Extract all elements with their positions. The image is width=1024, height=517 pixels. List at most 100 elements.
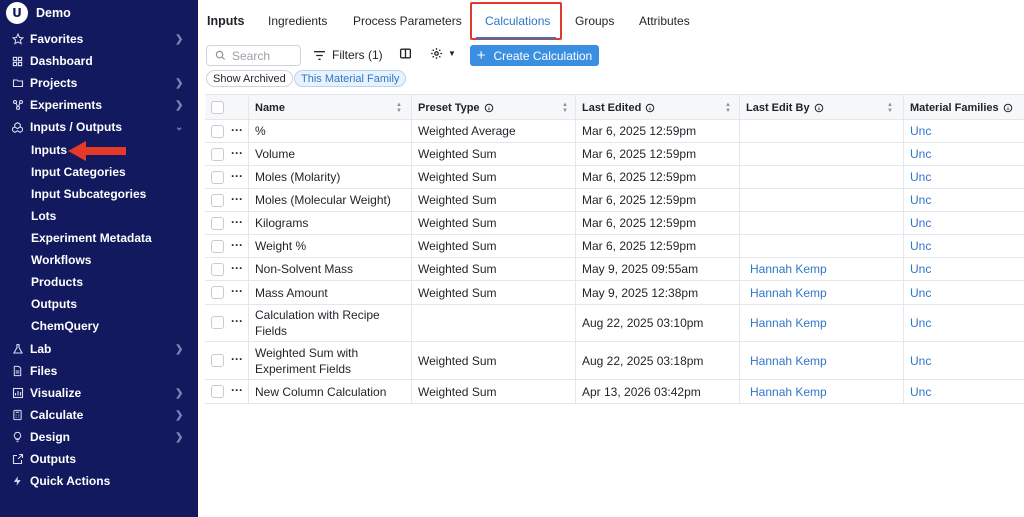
row-actions-icon[interactable]: ··· [231, 284, 243, 298]
table-row[interactable]: ··· Mass Amount Weighted Sum May 9, 2025… [205, 281, 1024, 305]
table-row[interactable]: ··· Weight % Weighted Sum Mar 6, 2025 12… [205, 235, 1024, 258]
sidebar-subitem-products[interactable]: Products [0, 271, 198, 293]
header-last-edited[interactable]: Last Edited [582, 95, 655, 120]
row-checkbox[interactable] [211, 171, 224, 184]
info-icon [484, 103, 494, 113]
row-checkbox[interactable] [211, 194, 224, 207]
gear-icon [430, 47, 443, 60]
tab-process-parameters[interactable]: Process Parameters [353, 14, 462, 28]
chevron-right-icon: ❯ [175, 33, 184, 45]
sidebar-subitem-chemquery[interactable]: ChemQuery [0, 315, 198, 337]
search-input[interactable] [232, 48, 292, 63]
sidebar-subitem-outputs[interactable]: Outputs [0, 293, 198, 315]
caret-down-icon: ▼ [448, 49, 456, 58]
tab-highlight-box [470, 2, 562, 40]
search-icon [215, 50, 226, 61]
sidebar-item-quick-actions[interactable]: Quick Actions [0, 470, 198, 492]
row-actions-icon[interactable]: ··· [231, 238, 243, 252]
sidebar-item-outputs[interactable]: Outputs [0, 448, 198, 470]
column-toggle-icon[interactable] [399, 47, 412, 60]
external-link-icon [11, 453, 24, 466]
filter-icon [313, 50, 326, 61]
sidebar-item-lab[interactable]: Lab ❯ [0, 338, 198, 360]
file-icon [11, 365, 24, 378]
table-row[interactable]: ··· % Weighted Average Mar 6, 2025 12:59… [205, 120, 1024, 143]
row-actions-icon[interactable]: ··· [231, 169, 243, 183]
row-actions-icon[interactable]: ··· [231, 314, 243, 328]
header-material-families[interactable]: Material Families [910, 95, 1013, 120]
show-archived-chip[interactable]: Show Archived [206, 70, 293, 87]
table-row[interactable]: ··· Volume Weighted Sum Mar 6, 2025 12:5… [205, 143, 1024, 166]
sidebar-subitem-experiment-metadata[interactable]: Experiment Metadata [0, 227, 198, 249]
row-actions-icon[interactable]: ··· [231, 192, 243, 206]
tab-groups[interactable]: Groups [575, 14, 614, 28]
row-actions-icon[interactable]: ··· [231, 146, 243, 160]
table-row[interactable]: ··· New Column Calculation Weighted Sum … [205, 380, 1024, 404]
sidebar-item-favorites[interactable]: Favorites ❯ [0, 28, 198, 50]
sort-icon[interactable]: ▲ ▼ [396, 102, 402, 114]
sidebar-item-calculate[interactable]: Calculate ❯ [0, 404, 198, 426]
table-row[interactable]: ··· Weighted Sum with Experiment Fields … [205, 342, 1024, 380]
row-checkbox[interactable] [211, 263, 224, 276]
table-row[interactable]: ··· Moles (Molarity) Weighted Sum Mar 6,… [205, 166, 1024, 189]
chevron-right-icon: ❯ [175, 431, 184, 443]
table-row[interactable]: ··· Calculation with Recipe Fields Aug 2… [205, 305, 1024, 342]
row-checkbox[interactable] [211, 240, 224, 253]
search-box[interactable] [206, 45, 301, 66]
row-actions-icon[interactable]: ··· [231, 261, 243, 275]
header-preset-type[interactable]: Preset Type [418, 95, 494, 120]
sidebar-item-visualize[interactable]: Visualize ❯ [0, 382, 198, 404]
active-tab-underline [476, 37, 556, 39]
tab-inputs[interactable]: Inputs [207, 14, 245, 28]
sidebar-item-projects[interactable]: Projects ❯ [0, 72, 198, 94]
sidebar-subitem-lots[interactable]: Lots [0, 205, 198, 227]
table-row[interactable]: ··· Moles (Molecular Weight) Weighted Su… [205, 189, 1024, 212]
material-family-chip[interactable]: This Material Family [294, 70, 407, 87]
row-actions-icon[interactable]: ··· [231, 123, 243, 137]
sidebar-subitem-workflows[interactable]: Workflows [0, 249, 198, 271]
create-calculation-button[interactable]: + Create Calculation [470, 45, 599, 66]
sidebar-item-files[interactable]: Files [0, 360, 198, 382]
chevron-right-icon: ❯ [175, 387, 184, 399]
row-checkbox[interactable] [211, 385, 224, 398]
row-checkbox[interactable] [211, 148, 224, 161]
row-actions-icon[interactable]: ··· [231, 215, 243, 229]
row-checkbox[interactable] [211, 217, 224, 230]
settings-dropdown[interactable]: ▼ [430, 47, 456, 60]
sidebar-item-dashboard[interactable]: Dashboard [0, 50, 198, 72]
chevron-right-icon: ❯ [175, 343, 184, 355]
sort-icon[interactable]: ▲ ▼ [887, 102, 893, 114]
tab-attributes[interactable]: Attributes [639, 14, 690, 28]
chevron-down-icon: ⌄ [175, 121, 184, 133]
info-icon [1003, 103, 1013, 113]
sidebar-item-design[interactable]: Design ❯ [0, 426, 198, 448]
header-name[interactable]: Name [255, 95, 285, 120]
brand-logo-icon: U [6, 2, 28, 24]
folder-icon [11, 77, 24, 90]
row-checkbox[interactable] [211, 316, 224, 329]
sort-icon[interactable]: ▲ ▼ [562, 102, 568, 114]
dashboard-icon [11, 55, 24, 68]
filters-label: Filters (1) [332, 48, 383, 62]
table-row[interactable]: ··· Non-Solvent Mass Weighted Sum May 9,… [205, 258, 1024, 281]
sidebar-subitem-input-categories[interactable]: Input Categories [0, 161, 198, 183]
bulb-icon [11, 431, 24, 444]
sidebar-item-experiments[interactable]: Experiments ❯ [0, 94, 198, 116]
sort-icon[interactable]: ▲ ▼ [725, 102, 731, 114]
row-checkbox[interactable] [211, 125, 224, 138]
row-actions-icon[interactable]: ··· [231, 383, 243, 397]
row-checkbox[interactable] [211, 354, 224, 367]
tab-ingredients[interactable]: Ingredients [268, 14, 327, 28]
chevron-right-icon: ❯ [175, 99, 184, 111]
brand[interactable]: U Demo [6, 2, 71, 24]
select-all-checkbox[interactable] [211, 101, 224, 114]
row-checkbox[interactable] [211, 286, 224, 299]
chart-icon [11, 387, 24, 400]
row-actions-icon[interactable]: ··· [231, 352, 243, 366]
header-last-edit-by[interactable]: Last Edit By [746, 95, 824, 120]
sidebar-item-inputs-outputs[interactable]: Inputs / Outputs ⌄ [0, 116, 198, 138]
filters-button[interactable]: Filters (1) [313, 47, 383, 63]
table-row[interactable]: ··· Kilograms Weighted Sum Mar 6, 2025 1… [205, 212, 1024, 235]
sidebar-subitem-input-subcategories[interactable]: Input Subcategories [0, 183, 198, 205]
tab-bar: Inputs Ingredients Process Parameters Ca… [198, 0, 1024, 40]
